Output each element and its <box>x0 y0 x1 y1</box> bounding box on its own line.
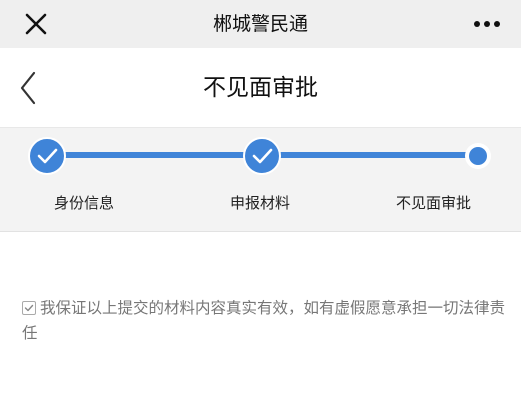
check-icon <box>28 137 66 175</box>
step-node-approval <box>463 141 493 175</box>
current-step-dot <box>465 143 491 169</box>
step-label-approval: 不见面审批 <box>396 194 472 212</box>
step-label-materials: 申报材料 <box>230 194 291 212</box>
more-button[interactable] <box>471 10 503 38</box>
more-icon <box>474 21 500 27</box>
step-node-materials <box>243 137 281 179</box>
page-title: 不见面审批 <box>203 75 318 101</box>
agreement-row: 我保证以上提交的材料内容真实有效，如有虚假愿意承担一切法律责任 <box>22 296 510 346</box>
check-icon <box>24 304 34 312</box>
check-icon <box>243 137 281 175</box>
step-label-identity: 身份信息 <box>54 194 115 212</box>
page-header: 不见面审批 <box>0 48 521 128</box>
app-header: 郴城警民通 <box>0 0 521 48</box>
main-content: 我保证以上提交的材料内容真实有效，如有虚假愿意承担一切法律责任 <box>0 232 521 405</box>
agreement-text: 我保证以上提交的材料内容真实有效，如有虚假愿意承担一切法律责任 <box>22 299 506 342</box>
step-node-identity <box>28 137 66 179</box>
app-title: 郴城警民通 <box>212 13 308 35</box>
agreement-checkbox[interactable] <box>22 301 36 315</box>
progress-steps: 身份信息 申报材料 不见面审批 <box>0 128 521 232</box>
